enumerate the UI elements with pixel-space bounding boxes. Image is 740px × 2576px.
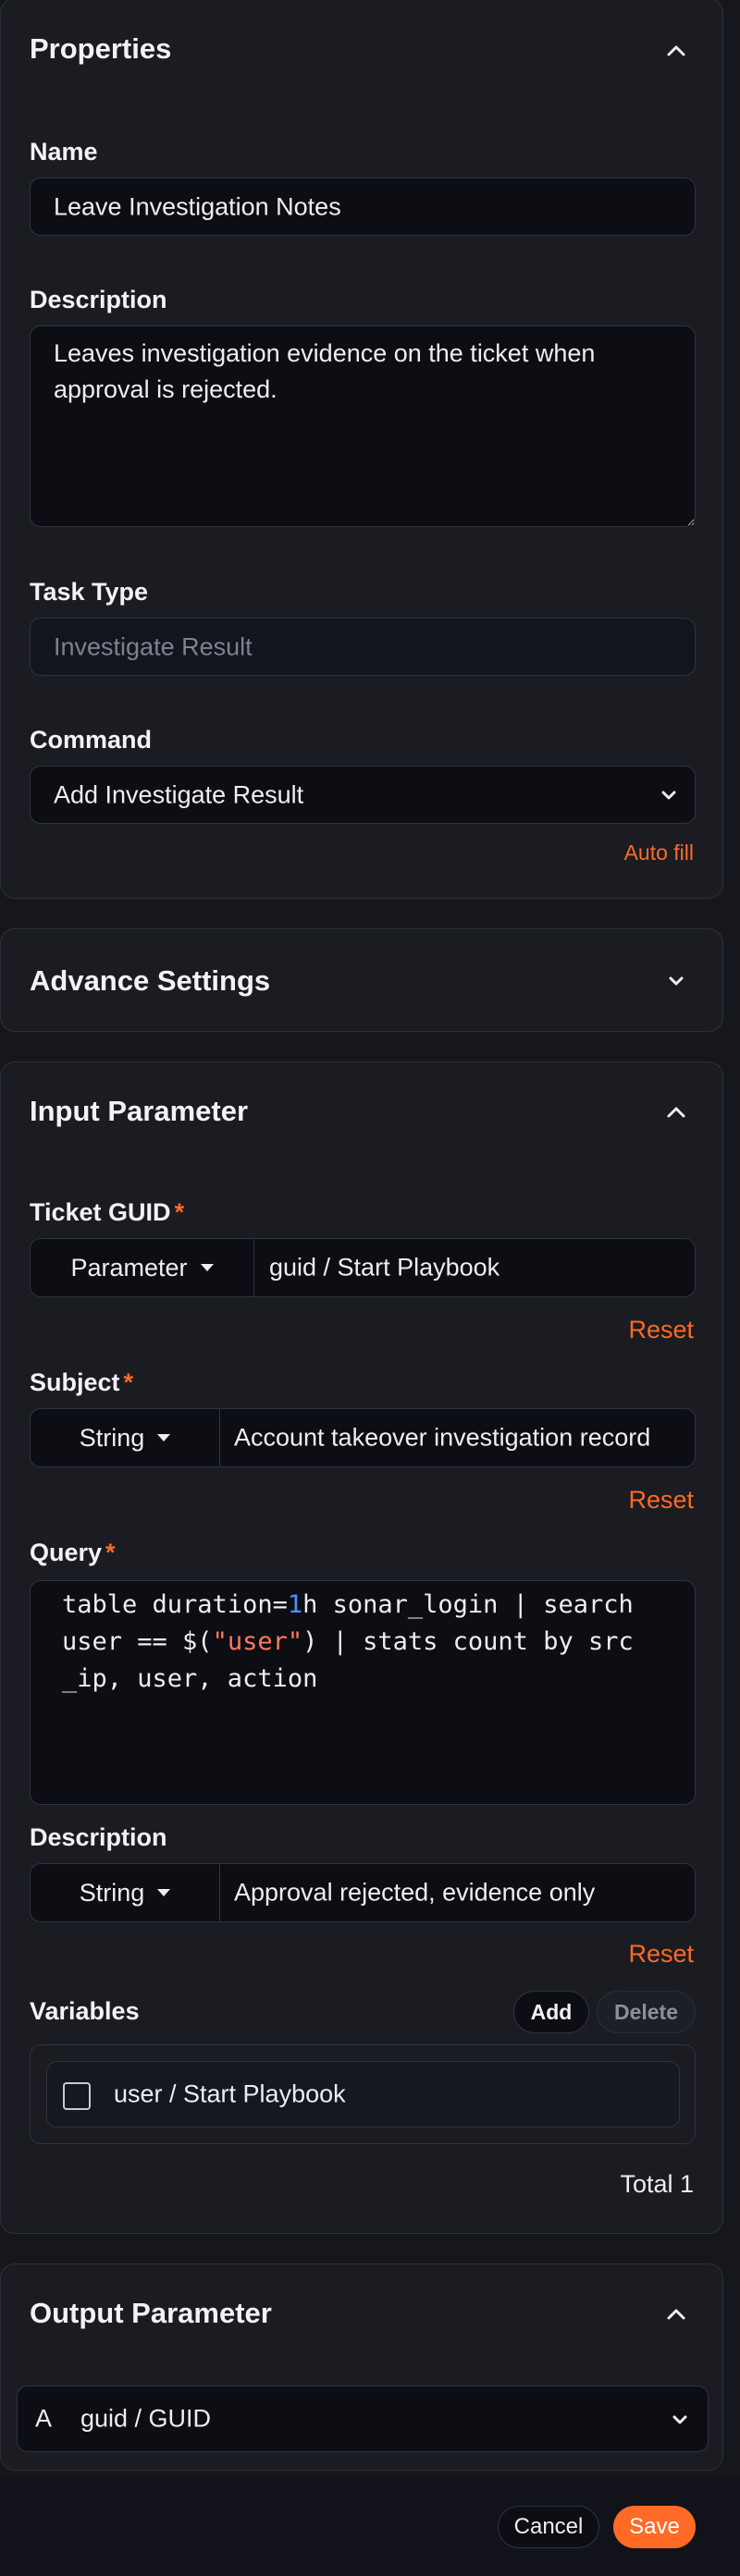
query-label-text: Query [30, 1539, 103, 1566]
variable-item[interactable]: user / Start Playbook [46, 2061, 680, 2128]
task-type-label: Task Type [30, 578, 149, 606]
subject-label: Subject * [30, 1368, 133, 1397]
ticket-guid-field: Parameter guid / Start Playbook [30, 1238, 696, 1297]
name-input[interactable]: Leave Investigation Notes [30, 178, 696, 236]
ticket-guid-value[interactable]: guid / Start Playbook [269, 1254, 500, 1282]
variables-label: Variables [30, 1997, 140, 2025]
add-variable-button[interactable]: Add [513, 1991, 589, 2033]
query-editor[interactable]: table duration=1h sonar_login | search u… [30, 1580, 696, 1805]
query-line-2: user == $("user") | stats count by src [62, 1627, 634, 1656]
subject-value[interactable]: Account takeover investigation record [234, 1424, 650, 1453]
param-description-type-value: String [79, 1878, 145, 1907]
footer-bar: Cancel Save [0, 2478, 740, 2576]
param-description-type-select[interactable]: String [31, 1864, 220, 1921]
task-type-placeholder: Investigate Result [54, 632, 253, 660]
name-label: Name [30, 138, 98, 166]
delete-variable-button[interactable]: Delete [597, 1991, 696, 2033]
variable-item-label: user / Start Playbook [114, 2079, 346, 2108]
command-label: Command [30, 726, 153, 754]
caret-down-icon [157, 1434, 171, 1441]
ticket-guid-label: Ticket GUID * [30, 1198, 184, 1227]
caret-down-icon [157, 1889, 171, 1896]
chevron-down-icon [654, 780, 684, 810]
chevron-down-icon[interactable] [665, 2405, 695, 2435]
subject-type-select[interactable]: String [31, 1409, 220, 1466]
name-input-value: Leave Investigation Notes [54, 192, 341, 220]
command-select[interactable]: Add Investigate Result [30, 766, 696, 824]
required-marker: * [105, 1539, 116, 1566]
string-type-icon: A [35, 2404, 53, 2433]
param-description-reset-link[interactable]: Reset [628, 1940, 694, 1969]
caret-down-icon [200, 1264, 214, 1271]
param-description-label: Description [30, 1823, 167, 1851]
param-description-value[interactable]: Approval rejected, evidence only [234, 1879, 595, 1907]
auto-fill-link[interactable]: Auto fill [624, 840, 694, 865]
param-description-field: String Approval rejected, evidence only [30, 1863, 696, 1922]
subject-reset-link[interactable]: Reset [628, 1486, 694, 1515]
query-line-3: _ip, user, action [62, 1664, 318, 1693]
output-parameter-title: Output Parameter [30, 2297, 272, 2329]
command-select-value: Add Investigate Result [54, 780, 304, 808]
description-label: Description [30, 286, 167, 313]
required-marker: * [174, 1198, 185, 1226]
save-button[interactable]: Save [613, 2506, 696, 2548]
chevron-down-icon[interactable] [661, 966, 691, 996]
advance-settings-panel[interactable]: Advance Settings [0, 928, 723, 1032]
properties-title: Properties [30, 32, 172, 65]
description-textarea[interactable]: Leaves investigation evidence on the tic… [30, 325, 696, 527]
required-marker: * [123, 1368, 134, 1396]
output-parameter-item[interactable]: A guid / GUID [17, 2386, 709, 2452]
output-parameter-panel: Output Parameter A guid / GUID [0, 2263, 723, 2471]
variables-total: Total 1 [620, 2170, 694, 2198]
subject-label-text: Subject [30, 1368, 120, 1396]
advance-settings-title: Advance Settings [30, 964, 271, 997]
chevron-up-icon[interactable] [661, 36, 691, 66]
query-label: Query * [30, 1539, 116, 1567]
task-type-input: Investigate Result [30, 618, 696, 676]
ticket-guid-type-value: Parameter [70, 1253, 188, 1282]
variable-checkbox[interactable] [63, 2082, 91, 2110]
ticket-guid-label-text: Ticket GUID [30, 1198, 171, 1226]
variables-list: user / Start Playbook [30, 2044, 696, 2144]
subject-field: String Account takeover investigation re… [30, 1408, 696, 1467]
subject-type-value: String [79, 1423, 145, 1452]
ticket-guid-type-select[interactable]: Parameter [31, 1239, 254, 1296]
input-parameter-title: Input Parameter [30, 1095, 249, 1127]
properties-panel: Properties Name Leave Investigation Note… [0, 0, 723, 899]
ticket-guid-reset-link[interactable]: Reset [628, 1316, 694, 1344]
chevron-up-icon[interactable] [661, 2300, 691, 2329]
chevron-up-icon[interactable] [661, 1098, 691, 1127]
input-parameter-panel: Input Parameter Ticket GUID * Parameter g… [0, 1061, 723, 2234]
query-line-1: table duration=1h sonar_login | search [62, 1590, 634, 1619]
cancel-button[interactable]: Cancel [498, 2506, 599, 2548]
output-parameter-value: guid / GUID [80, 2404, 212, 2433]
